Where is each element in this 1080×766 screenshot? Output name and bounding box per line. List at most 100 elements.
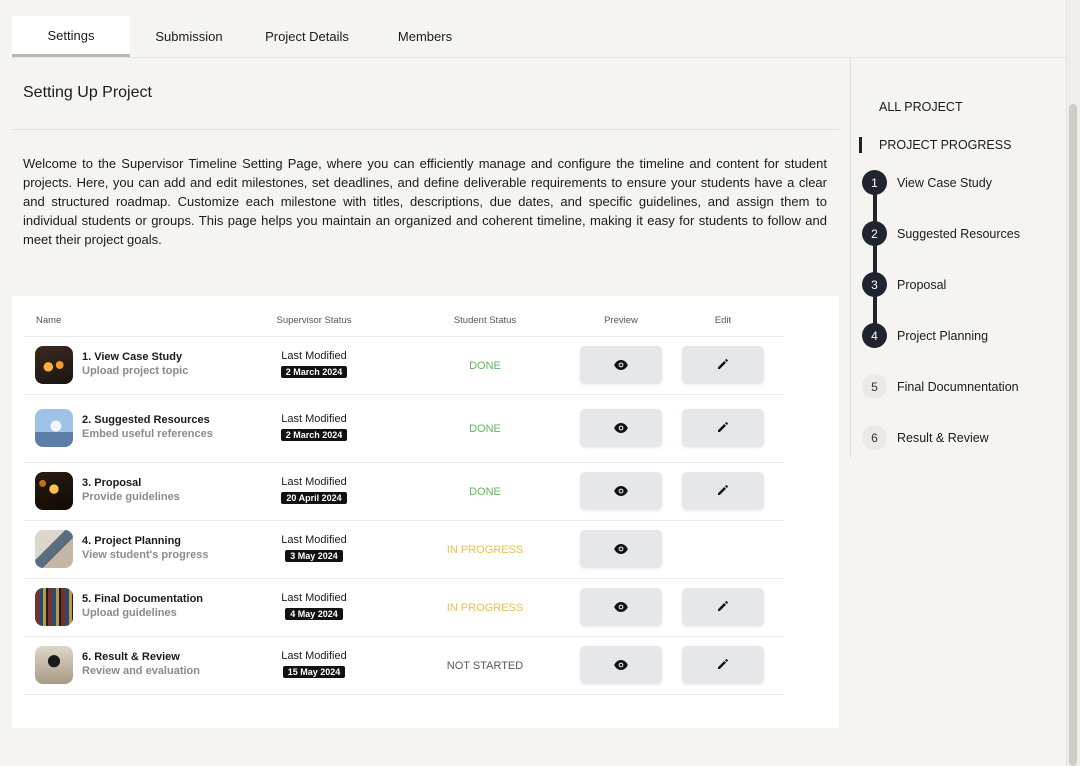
tab-submission[interactable]: Submission: [130, 16, 248, 57]
table-row: 1. View Case Study Upload project topic …: [24, 336, 784, 395]
tab-project-details[interactable]: Project Details: [248, 16, 366, 57]
step-number: 6: [862, 425, 887, 450]
eye-icon: [614, 658, 628, 673]
date-badge: 4 May 2024: [285, 608, 343, 620]
edit-button[interactable]: [682, 409, 764, 447]
eye-icon: [614, 600, 628, 615]
step-number: 2: [862, 221, 887, 246]
preview-button[interactable]: [580, 409, 662, 447]
step-label: Result & Review: [897, 430, 989, 445]
name-text: 2. Suggested Resources Embed useful refe…: [82, 414, 213, 442]
scrollbar-thumb[interactable]: [1069, 104, 1077, 766]
preview-cell: [580, 578, 662, 637]
student-status-text: DONE: [469, 423, 501, 435]
milestone-title: 1. View Case Study: [82, 351, 183, 363]
date-badge: 20 April 2024: [281, 492, 347, 504]
milestone-thumbnail: [35, 472, 73, 510]
name-cell: 3. Proposal Provide guidelines: [24, 462, 238, 521]
header-preview: Preview: [580, 306, 662, 337]
eye-icon: [614, 484, 628, 499]
student-status-cell: DONE: [390, 394, 580, 463]
supervisor-status-cell: Last Modified 4 May 2024: [238, 578, 390, 637]
header-supervisor-status: Supervisor Status: [238, 306, 390, 337]
edit-button[interactable]: [682, 472, 764, 510]
name-text: 1. View Case Study Upload project topic: [82, 351, 188, 379]
name-wrap: 1. View Case Study Upload project topic: [35, 346, 238, 384]
student-status-text: DONE: [469, 486, 501, 498]
student-status-text: IN PROGRESS: [446, 602, 524, 614]
edit-button[interactable]: [682, 346, 764, 384]
name-text: 4. Project Planning View student's progr…: [82, 535, 209, 563]
preview-button[interactable]: [580, 588, 662, 626]
student-status-text: NOT STARTED: [446, 660, 524, 672]
student-status-text: DONE: [469, 360, 501, 372]
edit-cell: [662, 636, 784, 695]
progress-step[interactable]: 6 Result & Review: [862, 425, 989, 450]
supervisor-status-cell: Last Modified 15 May 2024: [238, 636, 390, 695]
preview-button[interactable]: [580, 346, 662, 384]
tab-bar: Settings Submission Project Details Memb…: [12, 16, 484, 57]
preview-button[interactable]: [580, 646, 662, 684]
name-cell: 1. View Case Study Upload project topic: [24, 336, 238, 395]
milestone-title: 3. Proposal: [82, 477, 142, 489]
preview-cell: [580, 520, 662, 579]
progress-step[interactable]: 2 Suggested Resources: [862, 221, 1020, 246]
page-title: Setting Up Project: [23, 84, 152, 101]
supervisor-status-cell: Last Modified 20 April 2024: [238, 462, 390, 521]
tab-members[interactable]: Members: [366, 16, 484, 57]
progress-step[interactable]: 4 Project Planning: [862, 323, 988, 348]
progress-step[interactable]: 3 Proposal: [862, 272, 946, 297]
milestone-subtitle: View student's progress: [82, 549, 209, 561]
tab-settings[interactable]: Settings: [12, 16, 130, 57]
sidebar-project-progress[interactable]: PROJECT PROGRESS: [879, 138, 1011, 152]
milestone-subtitle: Upload project topic: [82, 365, 189, 377]
supervisor-status-cell: Last Modified 2 March 2024: [238, 394, 390, 463]
name-wrap: 5. Final Documentation Upload guidelines: [35, 588, 238, 626]
milestone-subtitle: Review and evaluation: [82, 665, 200, 677]
scrollbar[interactable]: [1066, 0, 1080, 766]
step-label: Project Planning: [897, 328, 989, 343]
pencil-icon: [717, 658, 729, 673]
header-name: Name: [24, 306, 238, 337]
name-cell: 5. Final Documentation Upload guidelines: [24, 578, 238, 637]
progress-step[interactable]: 1 View Case Study: [862, 170, 992, 195]
name-wrap: 3. Proposal Provide guidelines: [35, 472, 238, 510]
preview-button[interactable]: [580, 472, 662, 510]
student-status-cell: DONE: [390, 462, 580, 521]
milestone-subtitle: Embed useful references: [82, 428, 213, 440]
date-badge: 3 May 2024: [285, 550, 343, 562]
date-badge: 2 March 2024: [280, 429, 348, 441]
table-header-row: Name Supervisor Status Student Status Pr…: [24, 306, 784, 337]
progress-step[interactable]: 5 Final Documnentation: [862, 374, 1019, 399]
milestone-subtitle: Provide guidelines: [82, 491, 180, 503]
name-wrap: 6. Result & Review Review and evaluation: [35, 646, 238, 684]
preview-button[interactable]: [580, 530, 662, 568]
step-number: 3: [862, 272, 887, 297]
milestone-title: 5. Final Documentation: [82, 593, 204, 605]
edit-cell: [662, 578, 784, 637]
step-number: 5: [862, 374, 887, 399]
supervisor-status-cell: Last Modified 2 March 2024: [238, 336, 390, 395]
last-modified-label: Last Modified: [281, 650, 347, 662]
milestone-thumbnail: [35, 409, 73, 447]
step-label: Final Documnentation: [897, 379, 1019, 394]
name-cell: 2. Suggested Resources Embed useful refe…: [24, 394, 238, 463]
edit-cell: [662, 462, 784, 521]
student-status-cell: IN PROGRESS: [390, 578, 580, 637]
sidebar-all-project-link[interactable]: ALL PROJECT: [879, 100, 963, 114]
header-edit: Edit: [662, 306, 784, 337]
edit-button[interactable]: [682, 646, 764, 684]
student-status-cell: NOT STARTED: [390, 636, 580, 695]
edit-cell: [662, 394, 784, 463]
last-modified-label: Last Modified: [281, 592, 347, 604]
student-status-cell: IN PROGRESS: [390, 520, 580, 579]
milestone-thumbnail: [35, 646, 73, 684]
name-text: 6. Result & Review Review and evaluation: [82, 651, 200, 679]
step-label: View Case Study: [897, 175, 992, 190]
tab-divider: [12, 57, 1066, 58]
edit-button[interactable]: [682, 588, 764, 626]
supervisor-status-cell: Last Modified 3 May 2024: [238, 520, 390, 579]
name-text: 5. Final Documentation Upload guidelines: [82, 593, 203, 621]
table-row: 6. Result & Review Review and evaluation…: [24, 636, 784, 695]
pencil-icon: [717, 600, 729, 615]
